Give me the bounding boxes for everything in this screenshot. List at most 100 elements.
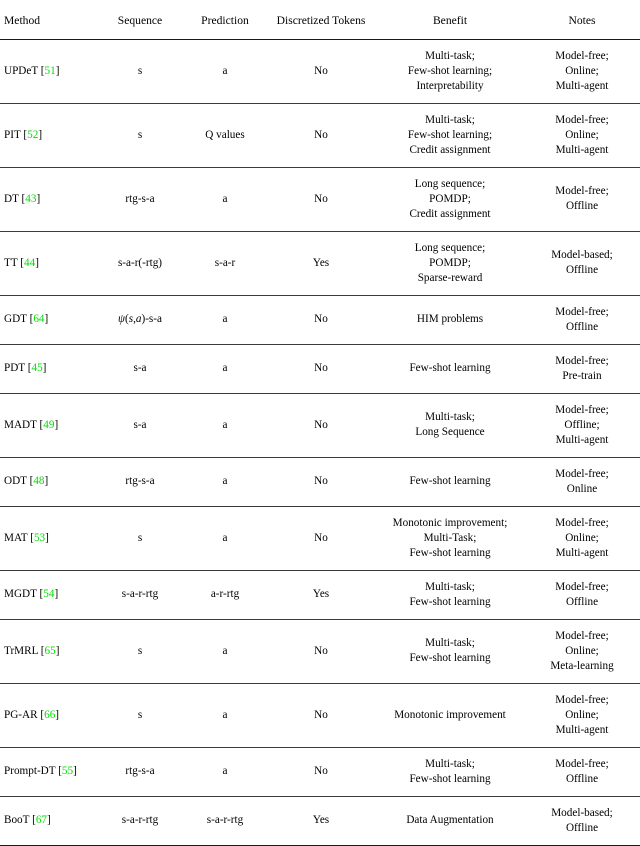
method-name: MADT [4, 418, 37, 431]
citation-link[interactable]: 67 [36, 814, 47, 826]
citation-link[interactable]: 53 [34, 532, 45, 544]
cell-sequence: s [96, 103, 184, 168]
benefit-line: Multi-task; [425, 113, 475, 126]
cell-benefit: HIM problems [376, 295, 524, 345]
notes-line: Offline [565, 264, 599, 277]
cell-method: BooT [67] [0, 796, 96, 846]
cell-method: MAT [53] [0, 506, 96, 571]
citation-link[interactable]: 55 [62, 765, 73, 777]
table-row: TrMRL [65] s a No Multi-task; Few-shot learni… [0, 619, 640, 684]
notes-line: Pre-train [562, 369, 602, 382]
table-row: ODT [48] rtg-s-a a No Few-shot learning Model… [0, 457, 640, 507]
notes-line: Model-based; [551, 249, 613, 262]
citation-link[interactable]: 66 [44, 709, 55, 721]
citation-bracket-close: ] [55, 708, 60, 721]
cell-sequence: ψ(s,a)-s-a [96, 295, 184, 345]
cell-notes: Model-free; Offline [524, 747, 640, 797]
cell-method: TT [44] [0, 231, 96, 296]
notes-line: Model-based; [551, 806, 613, 819]
cell-notes: Model-free; Online; Multi-agent [524, 103, 640, 168]
cell-benefit: Long sequence; POMDP; Credit assignment [376, 167, 524, 232]
benefit-line: Interpretability [416, 79, 484, 92]
citation-link[interactable]: 64 [33, 313, 44, 325]
cell-notes: Model-free; Online [524, 457, 640, 507]
cell-benefit: Multi-task; Few-shot learning [376, 619, 524, 684]
table-header-row: Method Sequence Prediction Discretized T… [0, 0, 640, 40]
citation-link[interactable]: 44 [24, 257, 35, 269]
citation-link[interactable]: 48 [33, 475, 44, 487]
cell-notes: Model-free; Pre-train [524, 344, 640, 394]
table-row: UPDeT [51] s a No Multi-task; Few-shot learni… [0, 39, 640, 104]
benefit-line: Multi-task; [425, 411, 475, 424]
method-name: GDT [4, 313, 27, 326]
cell-prediction: a [184, 393, 266, 458]
notes-line: Model-free; [555, 467, 609, 480]
benefit-line: Few-shot learning [409, 772, 491, 785]
notes-line: Model-free; [555, 757, 609, 770]
table-row: MADT [49] s-a a No Multi-task; Long Sequence M… [0, 393, 640, 458]
citation-link[interactable]: 51 [45, 65, 56, 77]
benefit-line: Few-shot learning [409, 546, 491, 559]
notes-line: Multi-agent [555, 723, 609, 736]
cell-sequence: rtg-s-a [96, 457, 184, 507]
benefit-line: Monotonic improvement; [392, 516, 508, 529]
notes-line: Offline [565, 821, 599, 834]
citation-link[interactable]: 65 [45, 645, 56, 657]
notes-line: Online; [565, 708, 599, 721]
method-name: UPDeT [4, 64, 38, 77]
cell-benefit: Multi-task; Few-shot learning; Credit assi… [376, 103, 524, 168]
cell-notes: Model-based; Offline [524, 796, 640, 846]
notes-line: Model-free; [555, 693, 609, 706]
cell-prediction: a [184, 619, 266, 684]
citation-bracket-close: ] [54, 418, 59, 431]
cell-prediction: s-a-r [184, 231, 266, 296]
column-header-benefit: Benefit [376, 0, 524, 40]
citation-link[interactable]: 45 [31, 362, 42, 374]
method-name: ODT [4, 475, 27, 488]
cell-prediction: a-r-rtg [184, 570, 266, 620]
cell-discretized-tokens: No [266, 393, 376, 458]
notes-line: Online [566, 482, 598, 495]
notes-line: Offline [565, 772, 599, 785]
benefit-line: Multi-Task; [423, 531, 477, 544]
citation-bracket-close: ] [54, 588, 59, 601]
citation-link[interactable]: 54 [43, 588, 54, 600]
citation-bracket-close: ] [38, 128, 43, 141]
method-name: MAT [4, 531, 28, 544]
citation-link[interactable]: 49 [43, 419, 54, 431]
benefit-line: HIM problems [416, 313, 484, 326]
benefit-line: Multi-task; [425, 49, 475, 62]
cell-benefit: Few-shot learning [376, 457, 524, 507]
method-name: Prompt-DT [4, 765, 56, 778]
cell-sequence: s-a [96, 344, 184, 394]
cell-method: MADT [49] [0, 393, 96, 458]
cell-benefit: Multi-task; Few-shot learning [376, 570, 524, 620]
benefit-line: POMDP; [429, 256, 471, 269]
cell-sequence: s-a [96, 393, 184, 458]
method-name: PG-AR [4, 708, 38, 721]
table-row: MGDT [54] s-a-r-rtg a-r-rtg Yes Multi-task; F… [0, 570, 640, 620]
cell-discretized-tokens: No [266, 506, 376, 571]
cell-notes: Model-free; Offline [524, 295, 640, 345]
cell-method: UPDeT [51] [0, 39, 96, 104]
notes-line: Multi-agent [555, 143, 609, 156]
citation-link[interactable]: 52 [27, 129, 38, 141]
benefit-line: Few-shot learning; [407, 64, 493, 77]
cell-benefit: Data Augmentation [376, 796, 524, 846]
column-header-sequence: Sequence [96, 0, 184, 40]
citation-bracket-close: ] [35, 256, 39, 269]
benefit-line: Few-shot learning [409, 362, 491, 375]
column-header-prediction: Prediction [184, 0, 266, 40]
table-row: PDT [45] s-a a No Few-shot learning Model-fre… [0, 344, 640, 394]
table-row: Prompt-DT [55] rtg-s-a a No Multi-task; Few-s… [0, 747, 640, 797]
cell-discretized-tokens: Yes [266, 231, 376, 296]
cell-prediction: a [184, 344, 266, 394]
cell-sequence: rtg-s-a [96, 167, 184, 232]
citation-link[interactable]: 43 [25, 193, 36, 205]
table-row: MAT [53] s a No Monotonic improvement; Multi-… [0, 506, 640, 571]
benefit-line: Long sequence; [414, 241, 486, 254]
cell-sequence: s [96, 619, 184, 684]
cell-notes: Model-free; Online; Meta-learning [524, 619, 640, 684]
cell-benefit: Multi-task; Long Sequence [376, 393, 524, 458]
cell-prediction: a [184, 39, 266, 104]
